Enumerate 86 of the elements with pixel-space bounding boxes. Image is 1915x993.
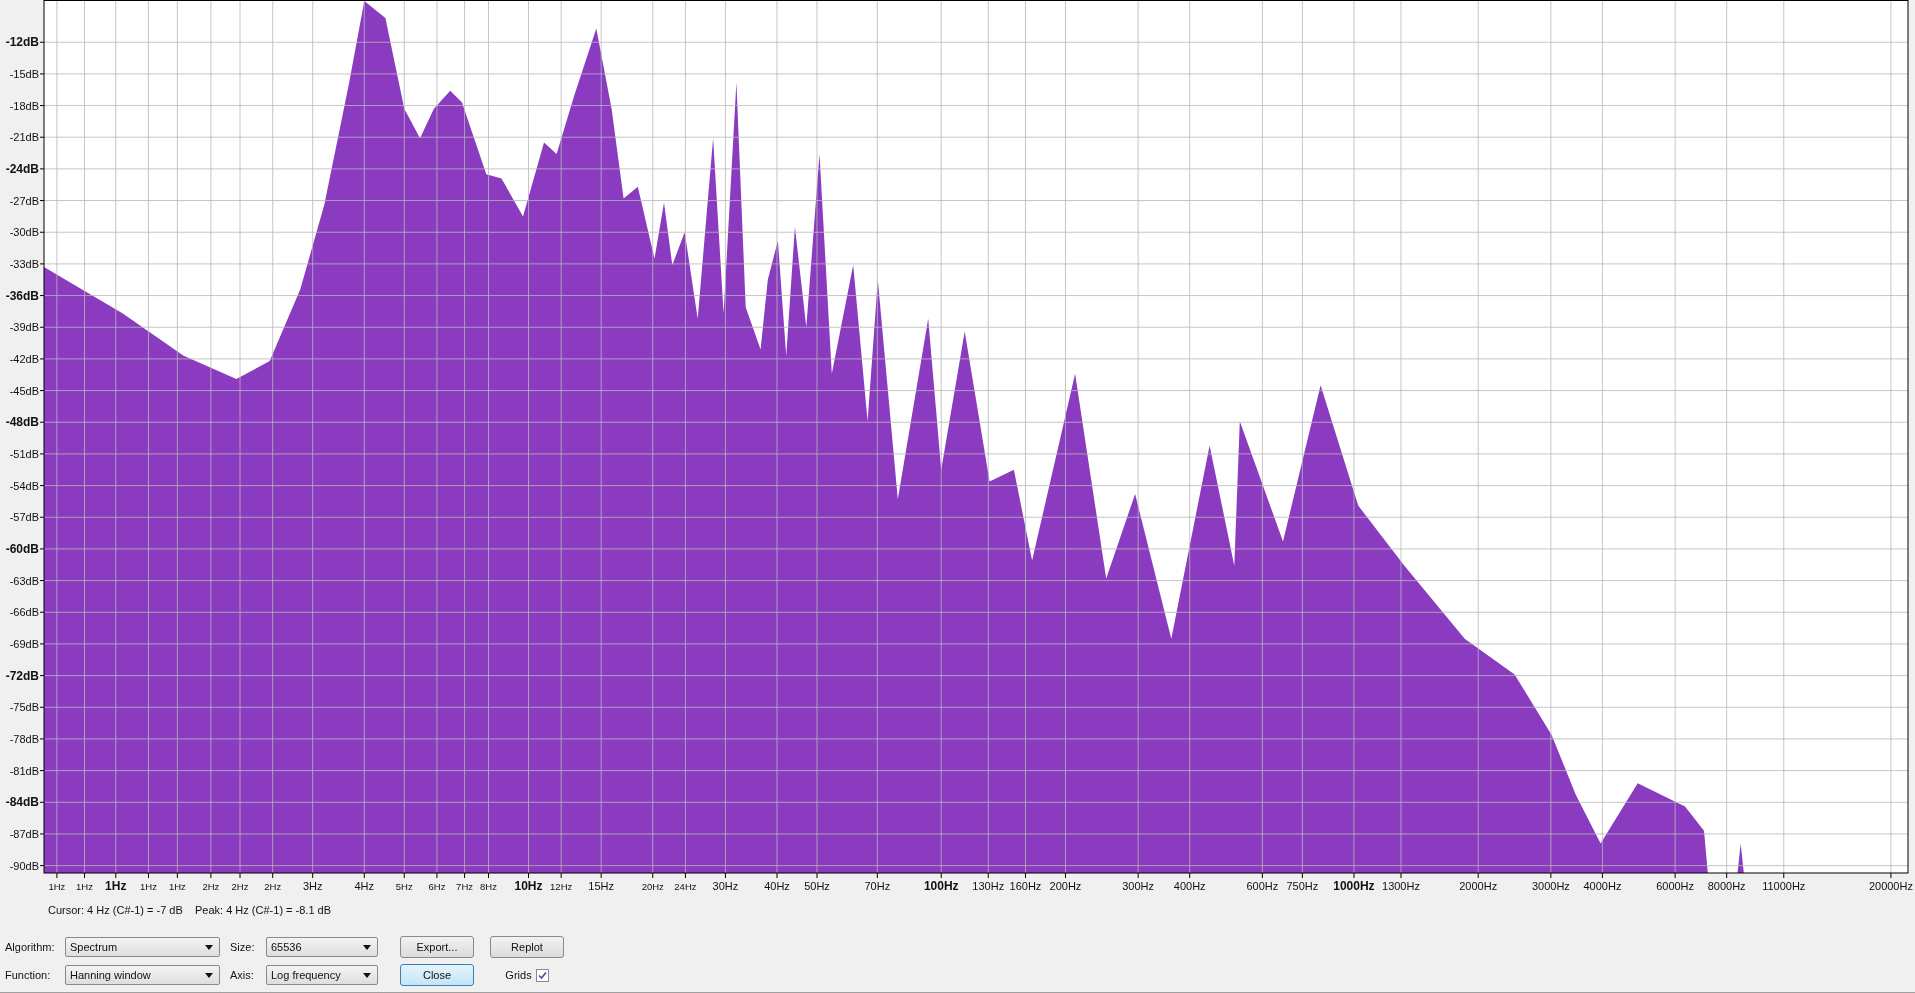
- x-axis-label: 4Hz: [354, 880, 375, 892]
- y-axis-label: -75dB: [9, 701, 39, 714]
- y-axis-label: -45dB: [9, 384, 39, 397]
- x-axis-label: 300Hz: [1122, 880, 1155, 892]
- dialog-button[interactable]: Close: [400, 964, 474, 986]
- x-axis-label: 70Hz: [864, 880, 891, 892]
- y-axis-label: -42dB: [9, 352, 39, 365]
- x-axis-label: 3Hz: [302, 880, 323, 892]
- grids-checkbox[interactable]: [535, 968, 549, 982]
- y-axis-label: -66dB: [9, 606, 39, 619]
- algorithm-label: Algorithm:: [5, 941, 56, 953]
- x-axis-label: 6000Hz: [1656, 880, 1695, 892]
- x-axis-label: 12Hz: [550, 880, 573, 892]
- x-axis-label: 15Hz: [588, 880, 615, 892]
- x-axis-label: 40Hz: [764, 880, 790, 892]
- x-axis-label: 2Hz: [231, 880, 249, 892]
- x-axis-label: 11000Hz: [1762, 880, 1806, 892]
- y-axis-label: -57dB: [9, 511, 39, 524]
- x-axis-label: 3000Hz: [1531, 880, 1570, 892]
- function-label: Function:: [5, 969, 52, 981]
- x-axis-label: 160Hz: [1009, 880, 1042, 892]
- x-axis-label: 8000Hz: [1707, 880, 1746, 892]
- y-axis-label: -51dB: [9, 447, 39, 460]
- y-axis-label: -21dB: [9, 131, 39, 144]
- x-axis-label: 1Hz: [105, 879, 127, 893]
- x-axis-label: 5Hz: [395, 880, 413, 892]
- x-axis-label: 10Hz: [514, 879, 543, 893]
- y-axis-label: -87dB: [9, 827, 39, 840]
- y-axis-label: -90dB: [9, 859, 39, 872]
- y-axis-label: -48dB: [5, 415, 39, 430]
- cursor-peak-readout: Cursor: 4 Hz (C#-1) = -7 dB Peak: 4 Hz (C#-1) = -8.1 dB: [47, 903, 333, 918]
- y-axis-label: -18dB: [9, 99, 39, 112]
- y-axis-label: -84dB: [5, 795, 39, 810]
- y-axis-label: -24dB: [5, 161, 39, 176]
- dialog-button[interactable]: Export...: [400, 936, 474, 958]
- x-axis-label: 7Hz: [456, 880, 474, 892]
- y-axis-label: -60dB: [5, 541, 39, 556]
- x-axis-label: 2Hz: [202, 880, 220, 892]
- size-label: Size:: [230, 941, 256, 953]
- y-axis-label: -30dB: [9, 226, 39, 239]
- y-axis-label: -78dB: [9, 732, 39, 745]
- x-axis-label: 1000Hz: [1333, 879, 1375, 893]
- x-axis-label: 1300Hz: [1382, 880, 1420, 892]
- x-axis-label: 750Hz: [1286, 880, 1319, 892]
- function-dropdown[interactable]: Hanning window: [65, 965, 220, 985]
- x-axis-label: 200Hz: [1049, 880, 1082, 892]
- x-axis-label: 400Hz: [1173, 880, 1206, 892]
- y-axis-label: -72dB: [5, 668, 39, 683]
- x-axis-label: 1Hz: [168, 880, 186, 892]
- x-axis-label: 100Hz: [923, 879, 959, 893]
- y-axis-label: -33dB: [9, 257, 39, 270]
- y-axis-label: -69dB: [9, 637, 39, 650]
- x-axis-label: 4000Hz: [1583, 880, 1622, 892]
- x-axis-label: 130Hz: [972, 880, 1005, 892]
- y-axis-label: -27dB: [9, 194, 39, 207]
- checkmark-icon: [537, 970, 547, 980]
- y-axis-label: -63dB: [9, 574, 39, 587]
- x-axis-label: 30Hz: [712, 880, 739, 892]
- axis-dropdown[interactable]: Log frequency: [266, 965, 378, 985]
- x-axis-label: 20000Hz: [1868, 880, 1913, 892]
- x-axis-label: 1Hz: [76, 880, 93, 892]
- x-axis-label: 20Hz: [641, 880, 664, 892]
- y-axis-label: -81dB: [9, 764, 39, 777]
- y-axis-label: -39dB: [9, 321, 39, 334]
- x-axis-label: 600Hz: [1246, 880, 1279, 892]
- algorithm-dropdown[interactable]: Spectrum: [65, 937, 220, 957]
- x-axis-label: 2000Hz: [1459, 880, 1498, 892]
- y-axis-label: -54dB: [9, 479, 39, 492]
- dialog-button[interactable]: Replot: [490, 936, 564, 958]
- x-axis-label: 1Hz: [140, 880, 157, 892]
- dropdown-caret-icon: [205, 972, 213, 978]
- y-axis-label: -12dB: [5, 35, 39, 50]
- x-axis-label: 1Hz: [48, 880, 66, 892]
- x-axis-label: 8Hz: [480, 880, 497, 892]
- y-axis-label: -36dB: [5, 288, 39, 303]
- dropdown-caret-icon: [205, 944, 213, 950]
- x-axis-label: 24Hz: [674, 880, 697, 892]
- grids-label: Grids: [505, 969, 532, 981]
- x-axis-label: 50Hz: [804, 880, 830, 892]
- x-axis-label: 2Hz: [264, 880, 282, 892]
- axis-label: Axis:: [230, 969, 255, 981]
- dropdown-caret-icon: [363, 944, 371, 950]
- size-dropdown[interactable]: 65536: [266, 937, 378, 957]
- y-axis-label: -15dB: [9, 67, 39, 80]
- dropdown-caret-icon: [363, 972, 371, 978]
- x-axis-label: 6Hz: [428, 880, 446, 892]
